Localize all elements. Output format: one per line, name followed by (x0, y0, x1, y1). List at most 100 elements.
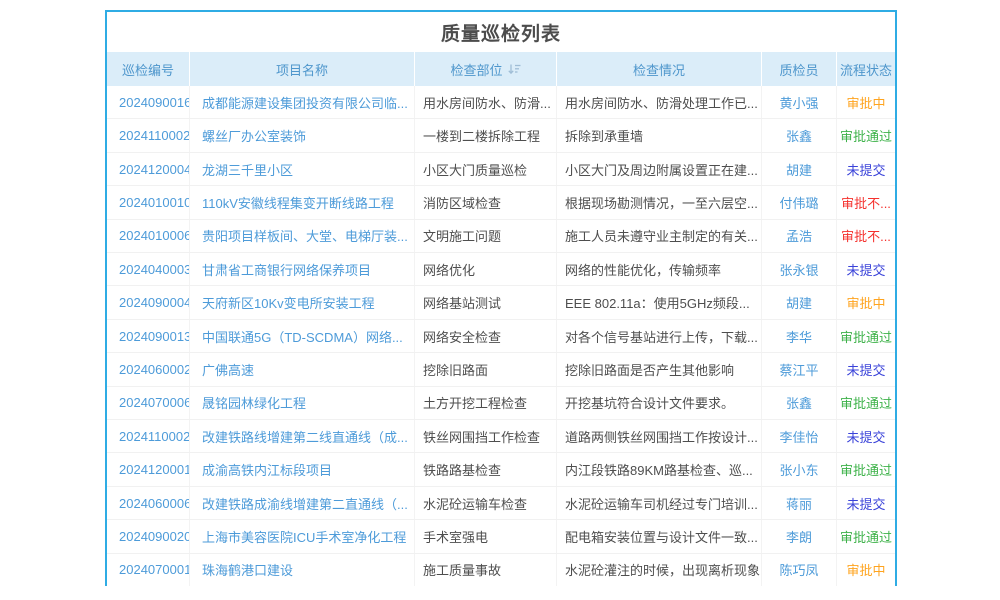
column-header-id: 巡检编号 (107, 52, 190, 86)
cell-project[interactable]: 珠海鹤港口建设 (190, 554, 415, 586)
cell-situation: 对各个信号基站进行上传，下载... (557, 320, 762, 352)
column-header-inspector: 质检员 (762, 52, 837, 86)
cell-id[interactable]: 2024010010 (107, 186, 190, 218)
cell-project[interactable]: 110kV安徽线程集变开断线路工程 (190, 186, 415, 218)
cell-part: 挖除旧路面 (415, 353, 557, 385)
cell-id[interactable]: 2024090013 (107, 320, 190, 352)
cell-part: 手术室强电 (415, 520, 557, 552)
status-badge: 未提交 (837, 487, 895, 519)
cell-id[interactable]: 2024090004 (107, 286, 190, 318)
cell-id[interactable]: 2024120004 (107, 153, 190, 185)
table-row: 2024060006改建铁路成渝线增建第二直通线（...水泥砼运输车检查水泥砼运… (107, 487, 895, 520)
cell-project[interactable]: 成渝高铁内江标段项目 (190, 453, 415, 485)
page-title: 质量巡检列表 (107, 12, 895, 52)
table-row: 2024060002广佛高速挖除旧路面挖除旧路面是否产生其他影响蔡江平未提交 (107, 353, 895, 386)
status-badge: 审批通过 (837, 520, 895, 552)
column-header-situation: 检查情况 (557, 52, 762, 86)
cell-project[interactable]: 中国联通5G（TD-SCDMA）网络... (190, 320, 415, 352)
cell-situation: 根据现场勘测情况，一至六层空... (557, 186, 762, 218)
cell-inspector[interactable]: 李华 (762, 320, 837, 352)
cell-inspector[interactable]: 孟浩 (762, 220, 837, 252)
status-badge: 审批不... (837, 220, 895, 252)
status-badge: 审批中 (837, 286, 895, 318)
cell-situation: 施工人员未遵守业主制定的有关... (557, 220, 762, 252)
cell-inspector[interactable]: 李朗 (762, 520, 837, 552)
cell-situation: 内江段铁路89KM路基检查、巡... (557, 453, 762, 485)
cell-situation: 水泥砼灌注的时候，出现离析现象 (557, 554, 762, 586)
cell-id[interactable]: 2024070001 (107, 554, 190, 586)
cell-situation: 水泥砼运输车司机经过专门培训... (557, 487, 762, 519)
table-header-row: 巡检编号项目名称检查部位检查情况质检员流程状态 (107, 52, 895, 86)
cell-part: 网络安全检查 (415, 320, 557, 352)
column-header-part[interactable]: 检查部位 (415, 52, 557, 86)
table-body: 2024090016成都能源建设集团投资有限公司临...用水房间防水、防滑...… (107, 86, 895, 586)
cell-situation: 挖除旧路面是否产生其他影响 (557, 353, 762, 385)
cell-id[interactable]: 2024010006 (107, 220, 190, 252)
cell-situation: 用水房间防水、防滑处理工作已... (557, 86, 762, 118)
cell-part: 网络基站测试 (415, 286, 557, 318)
cell-situation: 开挖基坑符合设计文件要求。 (557, 387, 762, 419)
cell-project[interactable]: 螺丝厂办公室装饰 (190, 119, 415, 151)
cell-inspector[interactable]: 黄小强 (762, 86, 837, 118)
quality-inspection-panel: 质量巡检列表 巡检编号项目名称检查部位检查情况质检员流程状态 202409001… (105, 10, 897, 586)
cell-part: 网络优化 (415, 253, 557, 285)
cell-inspector[interactable]: 胡建 (762, 153, 837, 185)
cell-id[interactable]: 2024120001 (107, 453, 190, 485)
cell-inspector[interactable]: 蔡江平 (762, 353, 837, 385)
cell-project[interactable]: 贵阳项目样板间、大堂、电梯厅装... (190, 220, 415, 252)
table-row: 2024090016成都能源建设集团投资有限公司临...用水房间防水、防滑...… (107, 86, 895, 119)
cell-project[interactable]: 上海市美容医院ICU手术室净化工程 (190, 520, 415, 552)
cell-project[interactable]: 天府新区10Kv变电所安装工程 (190, 286, 415, 318)
column-header-label: 质检员 (779, 60, 818, 79)
status-badge: 审批通过 (837, 453, 895, 485)
status-badge: 未提交 (837, 253, 895, 285)
cell-project[interactable]: 甘肃省工商银行网络保养项目 (190, 253, 415, 285)
cell-id[interactable]: 2024070006 (107, 387, 190, 419)
cell-inspector[interactable]: 胡建 (762, 286, 837, 318)
cell-part: 消防区域检查 (415, 186, 557, 218)
table-row: 2024110002螺丝厂办公室装饰一楼到二楼拆除工程拆除到承重墙张鑫审批通过 (107, 119, 895, 152)
status-badge: 未提交 (837, 153, 895, 185)
status-badge: 审批中 (837, 86, 895, 118)
cell-inspector[interactable]: 张鑫 (762, 119, 837, 151)
cell-inspector[interactable]: 张小东 (762, 453, 837, 485)
status-badge: 审批通过 (837, 320, 895, 352)
table-row: 2024120004龙湖三千里小区小区大门质量巡检小区大门及周边附属设置正在建.… (107, 153, 895, 186)
status-badge: 未提交 (837, 353, 895, 385)
table-row: 2024090020上海市美容医院ICU手术室净化工程手术室强电配电箱安装位置与… (107, 520, 895, 553)
cell-project[interactable]: 成都能源建设集团投资有限公司临... (190, 86, 415, 118)
cell-inspector[interactable]: 蒋丽 (762, 487, 837, 519)
cell-part: 施工质量事故 (415, 554, 557, 586)
cell-inspector[interactable]: 付伟璐 (762, 186, 837, 218)
sort-icon[interactable] (508, 63, 521, 75)
cell-project[interactable]: 改建铁路线增建第二线直通线（成... (190, 420, 415, 452)
table-row: 2024010010110kV安徽线程集变开断线路工程消防区域检查根据现场勘测情… (107, 186, 895, 219)
cell-inspector[interactable]: 陈巧凤 (762, 554, 837, 586)
column-header-project: 项目名称 (190, 52, 415, 86)
cell-id[interactable]: 2024110002 (107, 119, 190, 151)
cell-situation: 配电箱安装位置与设计文件一致... (557, 520, 762, 552)
cell-id[interactable]: 2024060006 (107, 487, 190, 519)
status-badge: 审批中 (837, 554, 895, 586)
table-row: 2024090013中国联通5G（TD-SCDMA）网络...网络安全检查对各个… (107, 320, 895, 353)
column-header-status: 流程状态 (837, 52, 895, 86)
cell-id[interactable]: 2024090020 (107, 520, 190, 552)
table-row: 2024110002改建铁路线增建第二线直通线（成...铁丝网围挡工作检查道路两… (107, 420, 895, 453)
cell-part: 小区大门质量巡检 (415, 153, 557, 185)
cell-id[interactable]: 2024040003 (107, 253, 190, 285)
cell-id[interactable]: 2024110002 (107, 420, 190, 452)
cell-id[interactable]: 2024060002 (107, 353, 190, 385)
cell-id[interactable]: 2024090016 (107, 86, 190, 118)
cell-part: 用水房间防水、防滑... (415, 86, 557, 118)
cell-project[interactable]: 晟铭园林绿化工程 (190, 387, 415, 419)
cell-inspector[interactable]: 张永银 (762, 253, 837, 285)
cell-situation: 道路两侧铁丝网围挡工作按设计... (557, 420, 762, 452)
cell-part: 文明施工问题 (415, 220, 557, 252)
cell-project[interactable]: 广佛高速 (190, 353, 415, 385)
status-badge: 审批通过 (837, 387, 895, 419)
cell-project[interactable]: 龙湖三千里小区 (190, 153, 415, 185)
status-badge: 审批通过 (837, 119, 895, 151)
cell-project[interactable]: 改建铁路成渝线增建第二直通线（... (190, 487, 415, 519)
cell-inspector[interactable]: 李佳怡 (762, 420, 837, 452)
cell-inspector[interactable]: 张鑫 (762, 387, 837, 419)
